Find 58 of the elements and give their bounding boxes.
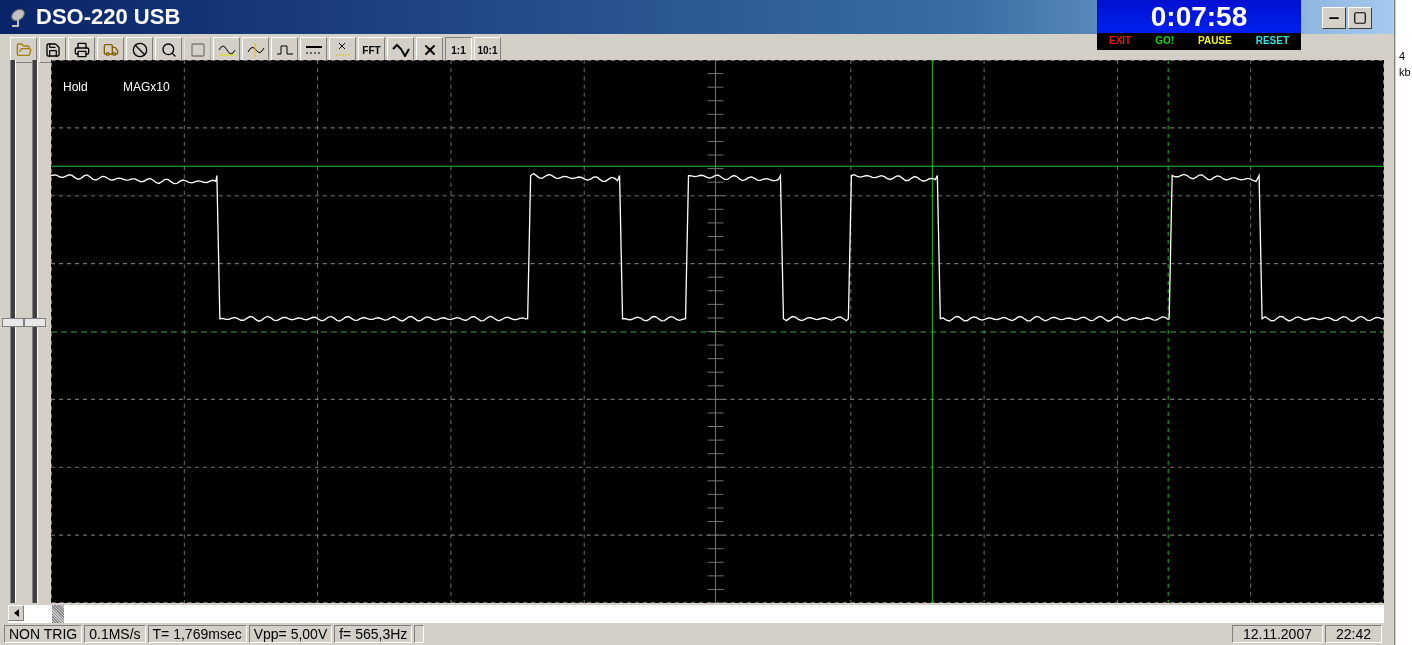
timer-button[interactable]: EXIT — [1108, 35, 1132, 46]
trigger-icon — [246, 42, 265, 58]
scope-label: MAGx10 — [123, 80, 170, 94]
horizontal-scrollbar[interactable] — [8, 605, 1384, 623]
timer-button[interactable]: RESET — [1255, 35, 1289, 46]
truck-icon — [102, 42, 119, 58]
status-panel: T= 1,769msec — [147, 625, 247, 643]
timer-display: 0:07:58 — [1097, 0, 1301, 33]
maximize-button[interactable] — [1348, 7, 1372, 29]
scope-label: Hold — [63, 80, 88, 94]
status-panel: 0.1MS/s — [84, 625, 146, 643]
cursor-line[interactable] — [1167, 60, 1169, 603]
timer-button[interactable]: GO! — [1155, 35, 1175, 46]
toolbar-button[interactable] — [300, 37, 327, 63]
status-panel: 22:42 — [1324, 625, 1382, 643]
toolbar-button[interactable] — [387, 37, 414, 63]
toolbar-button[interactable] — [242, 37, 269, 63]
scroll-thumb[interactable] — [52, 605, 64, 623]
toolbar-button[interactable] — [329, 37, 356, 63]
toolbar-button[interactable] — [126, 37, 153, 63]
left-arrow-icon — [13, 609, 19, 617]
printer-icon — [73, 42, 90, 58]
toolbar-button[interactable] — [155, 37, 182, 63]
cursor-line[interactable] — [931, 60, 933, 603]
toolbar-button[interactable] — [213, 37, 240, 63]
square-wave-icon — [275, 43, 294, 57]
fft-button[interactable]: FFT — [358, 37, 385, 63]
maximize-icon — [1353, 11, 1367, 25]
status-panel: NON TRIG — [4, 625, 83, 643]
cursor-line[interactable] — [51, 165, 1384, 167]
status-panel: Vpp= 5,00V — [248, 625, 333, 643]
status-panel — [414, 625, 425, 643]
dashed-line-icon — [304, 45, 323, 55]
slider-thumb[interactable] — [24, 318, 46, 327]
toolbar-button[interactable] — [39, 37, 66, 63]
timer-button[interactable]: PAUSE — [1198, 35, 1232, 46]
toolbar-button[interactable] — [68, 37, 95, 63]
floppy-icon — [44, 42, 61, 58]
side-text: 4 — [1398, 50, 1406, 62]
side-text: kb — [1398, 66, 1411, 78]
slider-thumb[interactable] — [2, 318, 24, 327]
toolbar-button[interactable] — [97, 37, 124, 63]
ratio-button[interactable]: 10:1 — [474, 37, 501, 63]
cursor-marker-icon — [334, 41, 351, 59]
window-title: DSO-220 USB — [36, 4, 181, 30]
prohibited-icon — [131, 42, 148, 58]
sine-icon — [217, 44, 236, 56]
status-panel: 12.11.2007 — [1231, 625, 1323, 643]
status-panel: f= 565,3Hz — [334, 625, 413, 643]
minimize-button[interactable] — [1322, 7, 1346, 29]
ratio-button[interactable]: 1:1 — [445, 37, 472, 63]
scroll-left-button[interactable] — [8, 605, 24, 621]
folder-icon — [15, 42, 32, 58]
toolbar-button[interactable] — [271, 37, 298, 63]
square-icon — [189, 42, 206, 58]
toolbar-button[interactable] — [10, 37, 37, 63]
toolbar-button[interactable] — [416, 37, 443, 63]
search-icon — [160, 42, 177, 58]
